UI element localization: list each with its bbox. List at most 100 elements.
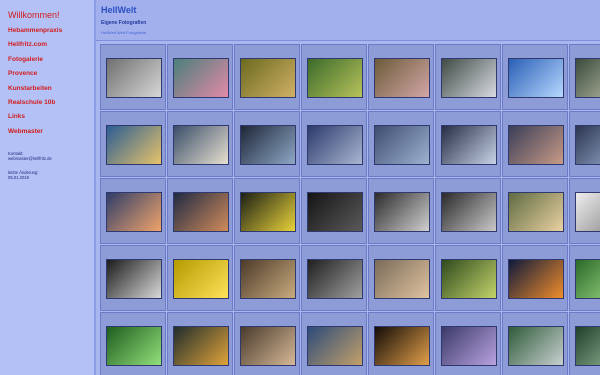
- gallery-cell[interactable]: [301, 245, 367, 311]
- gallery-cell[interactable]: [167, 312, 233, 375]
- green-leaf-photo[interactable]: [106, 326, 162, 366]
- lavender-photo[interactable]: [441, 326, 497, 366]
- gallery-cell[interactable]: [569, 44, 600, 110]
- contact-email[interactable]: webmaster@hellfritz.de: [8, 156, 52, 161]
- kite-beach-photo[interactable]: [173, 125, 229, 165]
- gallery-cell[interactable]: [234, 312, 300, 375]
- pink-flowers-photo[interactable]: [374, 58, 430, 98]
- page-header: HellWelt Eigene Fotografien HellWelt Wel…: [96, 0, 600, 41]
- main-content: HellWelt Eigene Fotografien HellWelt Wel…: [96, 0, 600, 375]
- rope-photo[interactable]: [240, 259, 296, 299]
- gallery-cell[interactable]: [435, 44, 501, 110]
- partial-photo-4[interactable]: [575, 259, 600, 299]
- hot-air-balloon-photo[interactable]: [307, 326, 363, 366]
- gallery-cell[interactable]: [435, 245, 501, 311]
- couple-photo[interactable]: [240, 326, 296, 366]
- sunset-waves-photo[interactable]: [173, 192, 229, 232]
- page-subline: HellWelt Welt-Fotogalerie: [101, 30, 147, 35]
- menu-link-hebammenpraxis[interactable]: Hebammenpraxis: [8, 27, 62, 41]
- menu-link-fotogalerie[interactable]: Fotogalerie: [8, 56, 62, 70]
- gallery-cell[interactable]: [569, 312, 600, 375]
- gallery-cell[interactable]: [368, 312, 434, 375]
- gallery-cell[interactable]: [100, 178, 166, 244]
- page-title: HellWelt: [101, 5, 137, 15]
- partial-photo-2[interactable]: [575, 125, 600, 165]
- gallery-cell[interactable]: [502, 245, 568, 311]
- menu-link-realschule[interactable]: Realschule 10b: [8, 99, 62, 113]
- gallery-cell[interactable]: [100, 245, 166, 311]
- rainbow-photo[interactable]: [508, 192, 564, 232]
- photo-gallery-grid: [100, 44, 600, 375]
- gallery-cell[interactable]: [502, 312, 568, 375]
- gallery-cell[interactable]: [100, 111, 166, 177]
- partial-photo-1[interactable]: [575, 58, 600, 98]
- menu-link-kunstarbeiten[interactable]: Kunstarbeiten: [8, 85, 62, 99]
- gallery-cell[interactable]: [100, 44, 166, 110]
- bridge-city-photo[interactable]: [374, 259, 430, 299]
- menu-link-provence[interactable]: Provence: [8, 70, 62, 84]
- gallery-cell[interactable]: [234, 245, 300, 311]
- gallery-cell[interactable]: [234, 44, 300, 110]
- pink-boats-photo[interactable]: [173, 58, 229, 98]
- stone-face-photo[interactable]: [106, 58, 162, 98]
- welcome-heading: Willkommen!: [8, 10, 60, 20]
- gallery-cell[interactable]: [569, 111, 600, 177]
- green-plants-photo[interactable]: [307, 58, 363, 98]
- storm-sky-photo[interactable]: [240, 125, 296, 165]
- partial-photo-5[interactable]: [575, 326, 600, 366]
- stormy-beach-photo[interactable]: [441, 125, 497, 165]
- water-drops-photo[interactable]: [307, 192, 363, 232]
- yellow-flower-photo[interactable]: [240, 192, 296, 232]
- beach-clouds-photo[interactable]: [307, 125, 363, 165]
- last-updated-block: letzte Änderung: 05.01.2019: [8, 170, 39, 180]
- gallery-cell[interactable]: [502, 111, 568, 177]
- gallery-cell[interactable]: [100, 312, 166, 375]
- gallery-cell[interactable]: [234, 111, 300, 177]
- dandelion-bw-photo[interactable]: [106, 259, 162, 299]
- gallery-cell[interactable]: [569, 178, 600, 244]
- chain-photo[interactable]: [307, 259, 363, 299]
- gallery-cell[interactable]: [368, 44, 434, 110]
- gallery-cell[interactable]: [569, 245, 600, 311]
- menu-link-hellfritz[interactable]: Hellfritz.com: [8, 41, 62, 55]
- tower-photo[interactable]: [441, 192, 497, 232]
- sunset-beach-photo[interactable]: [508, 125, 564, 165]
- menu-link-webmaster[interactable]: Webmaster: [8, 128, 62, 142]
- gallery-cell[interactable]: [502, 178, 568, 244]
- fountain-park-photo[interactable]: [508, 326, 564, 366]
- gallery-cell[interactable]: [435, 111, 501, 177]
- gallery-cell[interactable]: [167, 245, 233, 311]
- contact-block: Kontakt: webmaster@hellfritz.de: [8, 151, 52, 161]
- gallery-cell[interactable]: [435, 178, 501, 244]
- yellow-petals-photo[interactable]: [173, 259, 229, 299]
- boats-grey-photo[interactable]: [441, 58, 497, 98]
- coral-fish-photo[interactable]: [173, 326, 229, 366]
- kite-surfer-photo[interactable]: [106, 125, 162, 165]
- gallery-cell[interactable]: [368, 245, 434, 311]
- gallery-cell[interactable]: [502, 44, 568, 110]
- grass-water-photo[interactable]: [240, 58, 296, 98]
- gallery-cell[interactable]: [301, 312, 367, 375]
- gallery-cell[interactable]: [167, 178, 233, 244]
- menu-link-links[interactable]: Links: [8, 113, 62, 127]
- two-balls-photo[interactable]: [374, 192, 430, 232]
- last-updated-date: 05.01.2019: [8, 175, 29, 180]
- gallery-cell[interactable]: [301, 44, 367, 110]
- sunset-sea-photo[interactable]: [106, 192, 162, 232]
- gallery-cell[interactable]: [167, 111, 233, 177]
- gallery-cell[interactable]: [167, 44, 233, 110]
- gallery-cell[interactable]: [368, 178, 434, 244]
- lighthouse-night-photo[interactable]: [508, 259, 564, 299]
- gallery-cell[interactable]: [301, 178, 367, 244]
- page-subtitle: Eigene Fotografien: [101, 20, 147, 26]
- candles-photo[interactable]: [374, 326, 430, 366]
- sidebar-menu: Hebammenpraxis Hellfritz.com Fotogalerie…: [8, 27, 62, 142]
- purple-flower-photo[interactable]: [441, 259, 497, 299]
- gallery-cell[interactable]: [368, 111, 434, 177]
- gallery-cell[interactable]: [234, 178, 300, 244]
- gallery-cell[interactable]: [301, 111, 367, 177]
- blue-kayaks-photo[interactable]: [508, 58, 564, 98]
- gallery-cell[interactable]: [435, 312, 501, 375]
- sea-clouds-photo[interactable]: [374, 125, 430, 165]
- partial-photo-3[interactable]: [575, 192, 600, 232]
